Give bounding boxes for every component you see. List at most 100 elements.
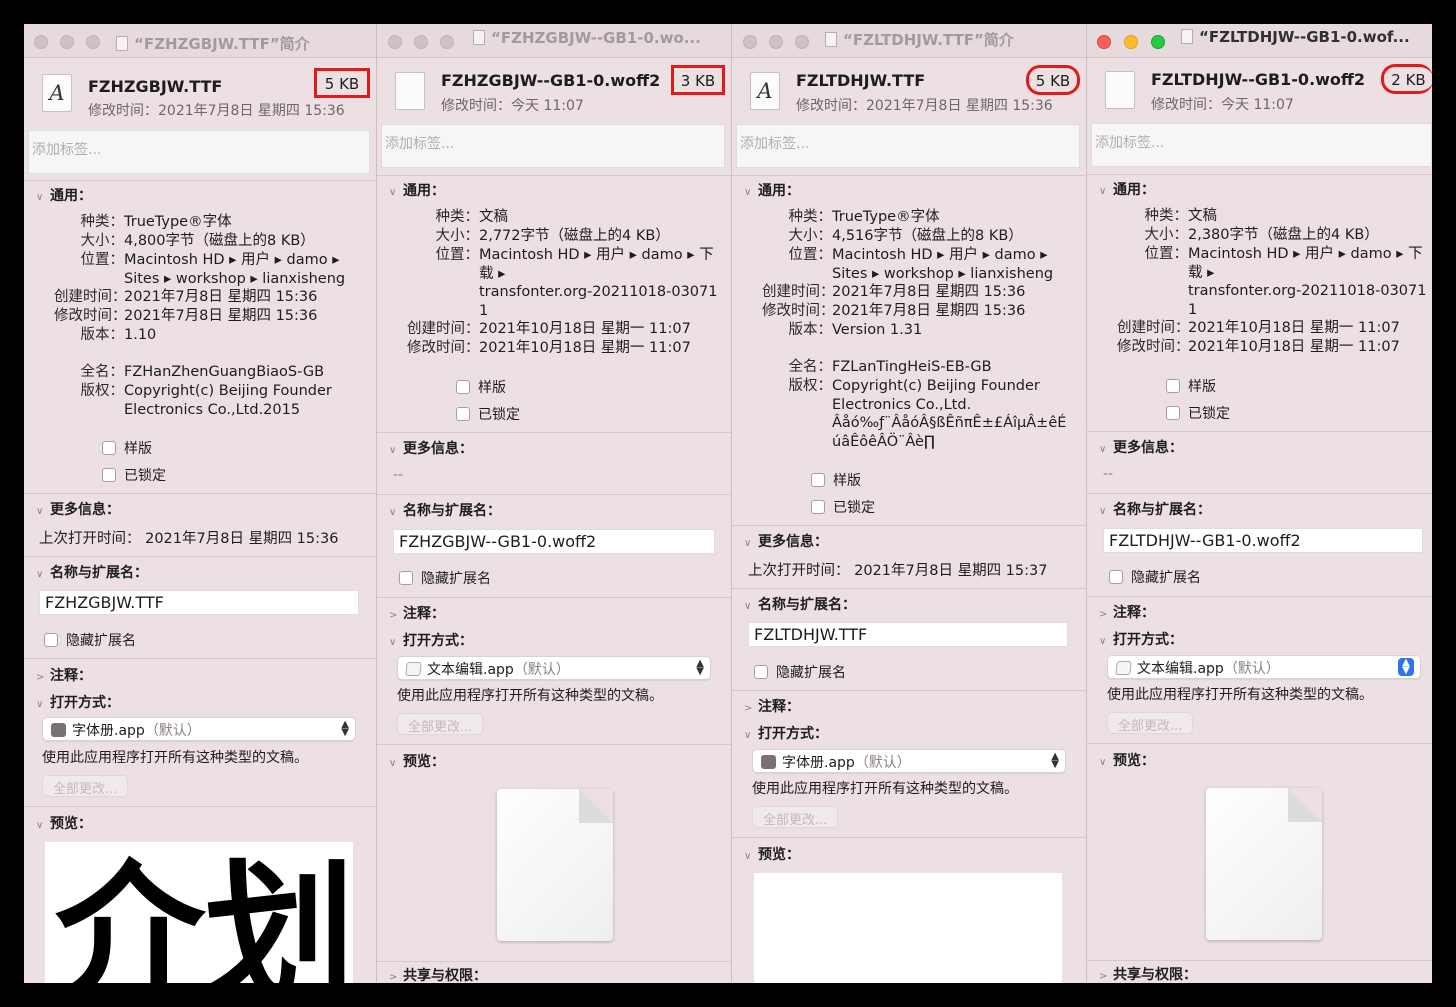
locked-checkbox[interactable]: 已锁定 xyxy=(102,465,166,485)
stationery-checkbox[interactable]: 样版 xyxy=(811,470,861,490)
minimize-button[interactable] xyxy=(60,35,74,49)
locked-checkbox[interactable]: 已锁定 xyxy=(811,497,875,517)
zoom-button[interactable] xyxy=(1151,35,1165,49)
zoom-button[interactable] xyxy=(795,35,809,49)
section-more-info[interactable]: ∨ 更多信息： xyxy=(389,438,473,458)
tags-field[interactable]: 添加标签... xyxy=(381,124,725,168)
document-icon xyxy=(473,30,485,45)
section-more-info[interactable]: ∨ 更多信息： xyxy=(744,531,828,551)
section-general[interactable]: ∨ 通用： xyxy=(389,180,445,200)
size-row: 大小：4,800字节（磁盘上的8 KB） xyxy=(80,233,315,249)
close-button[interactable] xyxy=(34,35,48,49)
section-comments[interactable]: > 注释： xyxy=(1099,602,1155,622)
close-button[interactable] xyxy=(388,35,402,49)
zoom-button[interactable] xyxy=(86,35,100,49)
tags-field[interactable]: 添加标签... xyxy=(28,130,370,174)
open-with-select[interactable]: 文本编辑.app（默认） ▲ ▼ xyxy=(397,656,711,680)
close-button[interactable] xyxy=(1097,35,1111,49)
change-all-button[interactable]: 全部更改... xyxy=(42,775,129,797)
minimize-button[interactable] xyxy=(414,35,428,49)
zoom-button[interactable] xyxy=(440,35,454,49)
modified-row: 修改时间：2021年10月18日 星期一 11:07 xyxy=(1117,339,1400,355)
locked-checkbox[interactable]: 已锁定 xyxy=(456,404,520,424)
version-row: 版本：Version 1.31 xyxy=(788,322,923,338)
size-badge-annotated: 2 KB xyxy=(1381,64,1432,94)
minimize-button[interactable] xyxy=(1124,35,1138,49)
section-name-extension[interactable]: ∨ 名称与扩展名： xyxy=(389,500,501,520)
section-open-with[interactable]: ∨ 打开方式： xyxy=(36,692,120,712)
section-preview[interactable]: ∨ 预览： xyxy=(744,844,800,864)
section-preview[interactable]: ∨ 预览： xyxy=(36,813,92,833)
section-open-with[interactable]: ∨ 打开方式： xyxy=(744,723,828,743)
chevron-right-icon: > xyxy=(1099,609,1108,620)
chevron-down-icon: ∨ xyxy=(744,538,752,549)
chevron-down-icon: ∨ xyxy=(1099,636,1107,647)
select-arrows-icon: ▲ ▼ xyxy=(1398,658,1414,676)
name-field[interactable]: FZHZGBJW--GB1-0.woff2 xyxy=(393,529,715,554)
last-opened: 上次打开时间： 2021年7月8日 星期四 15:36 xyxy=(39,531,339,547)
section-sharing-permissions[interactable]: > 共享与权限： xyxy=(1099,964,1197,983)
tags-field[interactable]: 添加标签... xyxy=(1091,123,1432,167)
section-more-info[interactable]: ∨ 更多信息： xyxy=(1099,437,1183,457)
minimize-button[interactable] xyxy=(769,35,783,49)
modified-row: 修改时间：2021年7月8日 星期四 15:36 xyxy=(54,308,318,324)
section-name-extension[interactable]: ∨ 名称与扩展名： xyxy=(1099,499,1211,519)
title-bar: “FZHZGBJW--GB1-0.wo... xyxy=(377,24,731,58)
select-arrows-icon: ▲ ▼ xyxy=(341,719,349,738)
chevron-right-icon: > xyxy=(744,703,753,714)
close-button[interactable] xyxy=(743,35,757,49)
section-preview[interactable]: ∨ 预览： xyxy=(1099,750,1155,770)
modified-row: 修改时间：2021年10月18日 星期一 11:07 xyxy=(407,340,691,356)
change-all-button[interactable]: 全部更改... xyxy=(397,713,484,735)
chevron-down-icon: ∨ xyxy=(1099,444,1107,455)
name-field[interactable]: FZLTDHJW--GB1-0.woff2 xyxy=(1103,528,1423,553)
locked-checkbox[interactable]: 已锁定 xyxy=(1166,403,1230,423)
file-name: FZLTDHJW.TTF xyxy=(796,71,926,90)
hide-extension-checkbox[interactable]: 隐藏扩展名 xyxy=(44,630,136,650)
chevron-down-icon: ∨ xyxy=(744,187,752,198)
name-field[interactable]: FZLTDHJW.TTF xyxy=(748,622,1068,647)
section-comments[interactable]: > 注释： xyxy=(36,665,92,685)
section-general[interactable]: ∨ 通用： xyxy=(744,180,800,200)
where-row: 位置：Macintosh HD ▸ 用户 ▸ damo ▸ Sites ▸ wor… xyxy=(788,247,1054,282)
kind-row: 种类：文稿 xyxy=(1144,208,1218,224)
preview-glyphs: 介划 xyxy=(55,848,356,983)
info-window-fzltdhjw-woff2: “FZLTDHJW--GB1-0.wof... . FZLTDHJW--GB1-… xyxy=(1087,24,1432,983)
section-name-extension[interactable]: ∨ 名称与扩展名： xyxy=(744,594,856,614)
copyright-row: 版权：Copyright(c) Beijing Founder Electroni… xyxy=(80,383,332,418)
open-with-select[interactable]: 文本编辑.app（默认） ▲ ▼ xyxy=(1107,655,1421,679)
hide-extension-checkbox[interactable]: 隐藏扩展名 xyxy=(754,662,846,682)
chevron-down-icon: ∨ xyxy=(389,637,397,648)
section-general[interactable]: ∨ 通用： xyxy=(1099,179,1155,199)
font-file-icon: A xyxy=(750,72,780,110)
hide-extension-checkbox[interactable]: 隐藏扩展名 xyxy=(399,568,491,588)
section-open-with[interactable]: ∨ 打开方式： xyxy=(1099,629,1183,649)
section-name-extension[interactable]: ∨ 名称与扩展名： xyxy=(36,562,148,582)
stationery-checkbox[interactable]: 样版 xyxy=(1166,376,1216,396)
section-sharing-permissions[interactable]: > 共享与权限： xyxy=(389,965,487,983)
chevron-down-icon: ∨ xyxy=(744,730,752,741)
created-row: 创建时间：2021年7月8日 星期四 15:36 xyxy=(762,284,1026,300)
section-preview[interactable]: ∨ 预览： xyxy=(389,751,445,771)
open-with-select[interactable]: 字体册.app（默认） ▲ ▼ xyxy=(752,749,1066,773)
info-window-fzltdhjw-ttf: “FZLTDHJW.TTF”简介 A FZLTDHJW.TTF 修改时间：202… xyxy=(732,24,1087,983)
open-with-select[interactable]: 字体册.app（默认） ▲ ▼ xyxy=(42,717,356,741)
section-comments[interactable]: > 注释： xyxy=(744,696,800,716)
name-field[interactable]: FZHZGBJW.TTF xyxy=(39,590,359,615)
tags-field[interactable]: 添加标签... xyxy=(736,124,1080,168)
chevron-down-icon: ∨ xyxy=(36,699,44,710)
size-row: 大小：2,380字节（磁盘上的4 KB） xyxy=(1144,227,1379,243)
section-general[interactable]: ∨ 通用： xyxy=(36,185,92,205)
section-open-with[interactable]: ∨ 打开方式： xyxy=(389,630,473,650)
stationery-checkbox[interactable]: 样版 xyxy=(456,377,506,397)
section-more-info[interactable]: ∨ 更多信息： xyxy=(36,499,120,519)
change-all-button[interactable]: 全部更改... xyxy=(752,806,839,828)
section-comments[interactable]: > 注释： xyxy=(389,603,445,623)
stationery-checkbox[interactable]: 样版 xyxy=(102,438,152,458)
size-row: 大小：4,516字节（磁盘上的8 KB） xyxy=(788,228,1023,244)
hide-extension-checkbox[interactable]: 隐藏扩展名 xyxy=(1109,567,1201,587)
document-file-icon: . xyxy=(395,72,425,110)
change-all-button[interactable]: 全部更改... xyxy=(1107,712,1194,734)
window-title: “FZLTDHJW.TTF”简介 xyxy=(825,29,1080,50)
preview-document-icon xyxy=(1206,788,1322,940)
